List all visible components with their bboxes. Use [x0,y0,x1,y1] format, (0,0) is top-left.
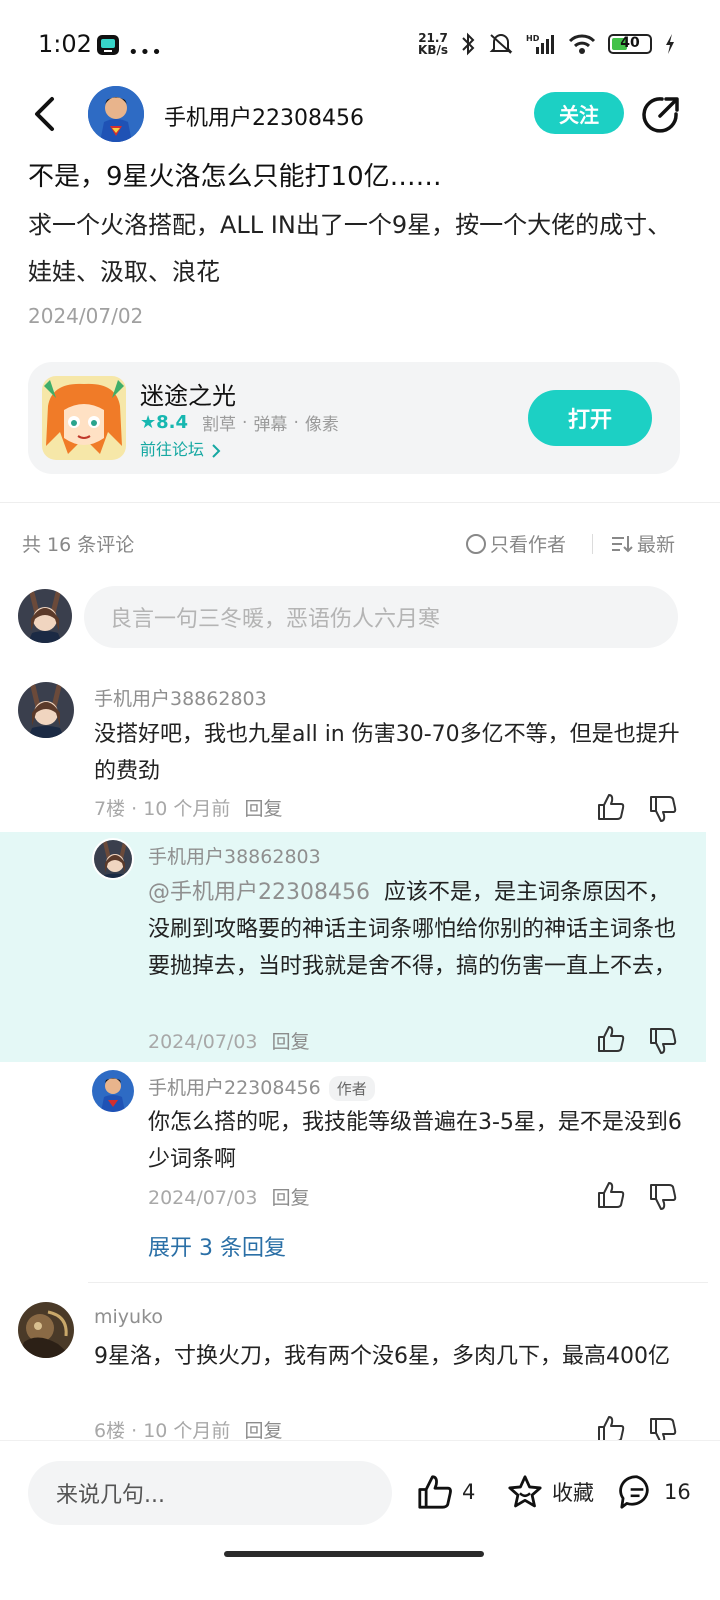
game-tag: 弹幕 [253,415,288,435]
comment-username[interactable]: 手机用户38862803 [94,684,267,711]
mention-link[interactable]: @手机用户22308456 [148,880,370,905]
thumbs-down-icon[interactable] [648,794,678,828]
comment-text: 没搭好吧，我也九星all in 伤害30-70多亿不等，但是也提升的费劲 [94,722,680,784]
comment-username[interactable]: miyuko [94,1306,163,1328]
forum-link[interactable]: 前往论坛 [140,436,221,460]
thumbs-up-icon[interactable] [596,1024,626,1058]
game-meta: ★8.4 割草 · 弹幕 · 像素 [140,412,339,435]
author-avatar[interactable] [88,86,144,142]
follow-button[interactable]: 关注 [534,92,624,134]
comment-meta: 7楼 · 10 个月前 回复 [94,798,283,820]
more-notifications-icon: ••• [128,42,163,63]
reply-meta: 2024/07/03 回复 [148,1187,310,1209]
app-notification-icon [96,34,120,60]
post-title: 不是，9星火洛怎么只能打10亿…… [28,162,442,192]
reply-button[interactable]: 回复 [244,1420,282,1442]
game-tag: 割草 [202,415,237,435]
home-indicator[interactable] [224,1551,484,1557]
current-user-avatar [18,589,72,643]
author-badge: 作者 [328,1076,375,1101]
reply-button[interactable]: 回复 [272,1031,310,1053]
comment-meta: 6楼 · 10 个月前 回复 [94,1420,283,1442]
comment-input[interactable]: 良言一句三冬暖，恶语伤人六月寒 [84,586,678,648]
bluetooth-icon [462,32,475,56]
comment-avatar[interactable] [18,1302,74,1358]
game-name: 迷途之光 [140,382,236,410]
author-name[interactable]: 手机用户22308456 [164,100,364,132]
comment-text: 9星洛，寸换火刀，我有两个没6星，多肉几下，最高400亿 [94,1344,670,1369]
reply-avatar[interactable] [92,838,134,880]
reply-button[interactable]: 回复 [272,1187,310,1209]
game-icon [42,376,126,460]
comments-button[interactable]: 16 [618,1473,691,1511]
thumbs-up-icon [418,1475,452,1509]
wifi-icon [568,34,596,54]
signal-icon: HD [526,34,554,54]
reply-username[interactable]: 手机用户38862803 [148,842,321,869]
quick-comment-input[interactable]: 来说几句... [28,1461,392,1525]
reply-username[interactable]: 手机用户22308456 作者 [148,1073,375,1101]
comment-avatar[interactable] [18,682,74,738]
thumbs-down-icon[interactable] [648,1026,678,1060]
reply-text: 你怎么搭的呢，我技能等级普遍在3-5星，是不是没到6少词条啊 [148,1110,682,1172]
like-button[interactable]: 4 [416,1473,475,1511]
collect-button[interactable]: 收藏 [506,1473,594,1511]
open-game-button[interactable]: 打开 [528,390,652,446]
status-icons: 21.7 KB/s HD 40 [418,32,676,56]
svg-text:HD: HD [526,34,540,43]
comment-divider [88,1282,708,1283]
back-icon[interactable] [30,96,60,136]
game-card[interactable]: 迷途之光 ★8.4 割草 · 弹幕 · 像素 前往论坛 打开 [28,362,680,474]
status-time: 1:02 [38,30,92,58]
post-body: 求一个火洛搭配，ALL IN出了一个9星，按一个大佬的成寸、娃娃、汲取、浪花 [28,211,672,286]
reply-button[interactable]: 回复 [244,798,282,820]
charging-icon [666,34,674,54]
reply-meta: 2024/07/03 回复 [148,1031,310,1053]
comments-count: 共 16 条评论 [22,534,135,556]
sort-icon [612,535,633,552]
thumbs-up-icon[interactable] [596,1180,626,1214]
battery-icon: 40 [608,34,652,54]
mute-icon [489,34,513,54]
only-author-toggle[interactable]: 只看作者 [466,530,566,557]
radio-icon [466,533,486,554]
chevron-right-icon [212,443,221,458]
reply-text: @手机用户22308456 应该不是，是主词条原因不，没刷到攻略要的神话主词条哪… [148,880,677,979]
network-speed: 21.7 KB/s [418,31,448,57]
thumbs-down-icon[interactable] [648,1182,678,1216]
separator [592,534,593,554]
expand-replies-link[interactable]: 展开 3 条回复 [148,1230,286,1262]
game-tag: 像素 [304,415,339,435]
post-date: 2024/07/02 [28,304,144,328]
game-rating: ★8.4 [140,412,189,433]
section-divider [0,502,720,503]
reply-avatar[interactable] [92,1070,134,1112]
bottom-action-bar: 来说几句... 4 收藏 16 [0,1440,720,1600]
sort-button[interactable]: 最新 [611,530,675,557]
share-icon[interactable] [640,94,682,140]
star-icon [508,1475,542,1508]
thumbs-up-icon[interactable] [596,792,626,826]
comment-bubble-icon [619,1475,649,1509]
